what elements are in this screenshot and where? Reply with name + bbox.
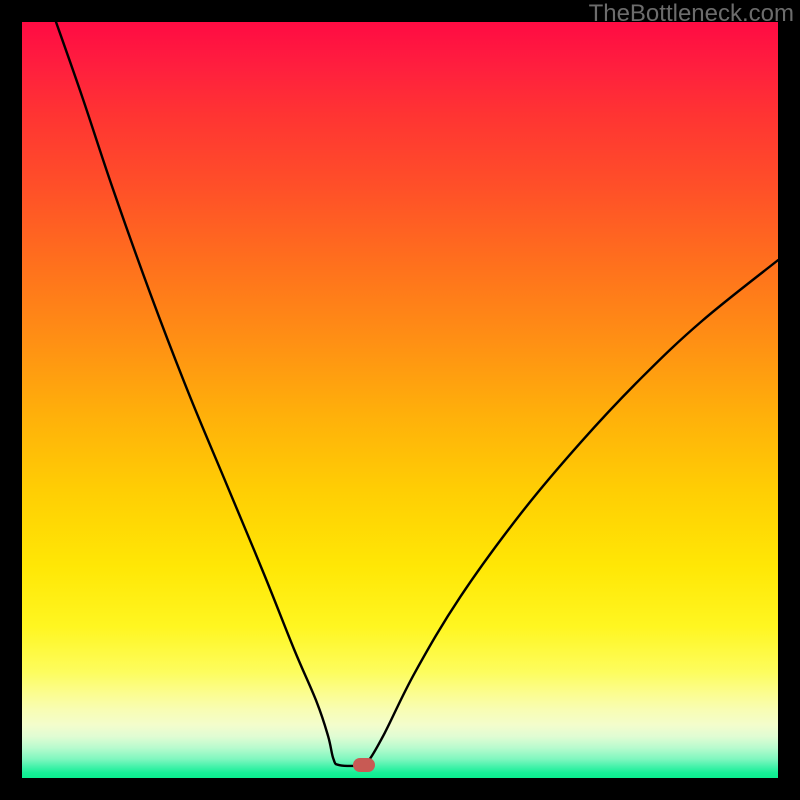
watermark-text: TheBottleneck.com	[589, 0, 794, 28]
bottleneck-curve	[22, 22, 778, 778]
chart-frame: TheBottleneck.com	[0, 0, 800, 800]
plot-area	[22, 22, 778, 778]
optimal-marker	[353, 758, 375, 772]
curve-path	[56, 22, 778, 766]
